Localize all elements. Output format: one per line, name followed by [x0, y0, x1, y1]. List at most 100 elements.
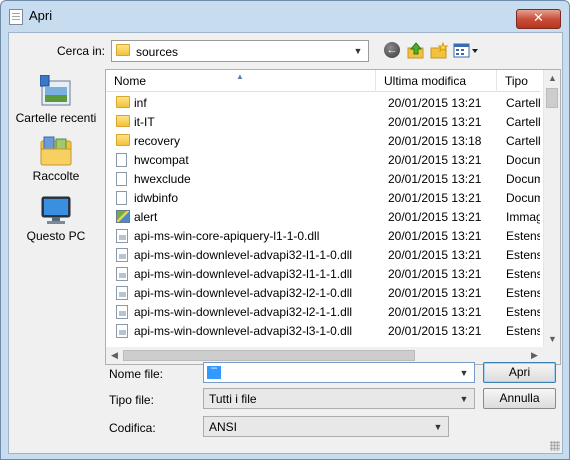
file-modified: 20/01/2015 13:21	[388, 115, 482, 129]
file-row[interactable]: recovery 20/01/2015 13:18 Cartell	[106, 132, 540, 151]
vertical-scrollbar[interactable]: ▲ ▼	[543, 70, 560, 348]
place-label: Cartelle recenti	[15, 111, 97, 125]
open-button[interactable]: Apri	[483, 362, 556, 383]
computer-icon	[40, 195, 72, 227]
file-row[interactable]: api-ms-win-downlevel-advapi32-l1-1-1.dll…	[106, 265, 540, 284]
encoding-select[interactable]: ANSI ▼	[203, 416, 449, 437]
file-name: hwcompat	[134, 153, 189, 167]
file-modified: 20/01/2015 13:21	[388, 210, 482, 224]
file-name: recovery	[134, 134, 181, 148]
views-menu-icon[interactable]	[453, 42, 479, 60]
place-recent[interactable]: Cartelle recenti	[9, 74, 103, 125]
place-this-pc[interactable]: Questo PC	[9, 195, 103, 243]
folder-icon	[116, 115, 130, 127]
resize-grip[interactable]	[550, 441, 560, 451]
file-type: Docum	[506, 153, 540, 167]
filetype-value: Tutti i file	[209, 392, 257, 406]
file-name: alert	[134, 210, 158, 224]
file-modified: 20/01/2015 13:21	[388, 172, 482, 186]
file-name: inf	[134, 96, 147, 110]
file-modified: 20/01/2015 13:21	[388, 324, 482, 338]
column-modified[interactable]: Ultima modifica	[376, 70, 497, 92]
filetype-select[interactable]: Tutti i file ▼	[203, 388, 475, 409]
file-row[interactable]: api-ms-win-downlevel-advapi32-l2-1-1.dll…	[106, 303, 540, 322]
scroll-thumb[interactable]	[546, 88, 558, 108]
column-name[interactable]: ▲ Nome	[106, 70, 376, 92]
chevron-down-icon[interactable]: ▼	[457, 391, 471, 407]
column-type[interactable]: Tipo	[497, 70, 540, 92]
filetype-label: Tipo file:	[109, 393, 154, 407]
file-name: api-ms-win-downlevel-advapi32-l2-1-1.dll	[134, 305, 353, 319]
file-modified: 20/01/2015 13:21	[388, 96, 482, 110]
document-icon	[116, 172, 127, 186]
look-in-value: sources	[136, 45, 179, 59]
file-type: Immag	[506, 210, 540, 224]
file-type: Docum	[506, 172, 540, 186]
look-in-combo[interactable]: sources ▼	[111, 40, 369, 62]
file-modified: 20/01/2015 13:21	[388, 191, 482, 205]
chevron-down-icon[interactable]: ▼	[431, 419, 445, 435]
folder-icon	[116, 44, 130, 56]
file-type: Cartell	[506, 115, 540, 129]
file-name: hwexclude	[134, 172, 191, 186]
places-bar: Cartelle recenti Raccolte Questo PC	[9, 69, 103, 363]
scroll-thumb[interactable]	[123, 350, 415, 361]
notepad-icon	[9, 9, 23, 25]
encoding-value: ANSI	[209, 420, 238, 434]
text-selection: ˜˜	[207, 366, 221, 379]
scroll-up-icon[interactable]: ▲	[544, 70, 561, 87]
file-row[interactable]: alert 20/01/2015 13:21 Immag	[106, 208, 540, 227]
filename-label: Nome file:	[109, 367, 164, 381]
new-folder-icon[interactable]	[430, 41, 449, 60]
filename-input[interactable]: ˜˜ ▼	[203, 362, 475, 383]
scroll-left-icon[interactable]: ◀	[106, 347, 123, 364]
file-type: Estensi	[506, 267, 540, 281]
file-modified: 20/01/2015 13:18	[388, 134, 482, 148]
dialog-body: Cerca in: sources ▼ ← Cartelle recenti R…	[8, 32, 563, 454]
file-row[interactable]: idwbinfo 20/01/2015 13:21 Docum	[106, 189, 540, 208]
column-modified-label: Ultima modifica	[384, 74, 467, 88]
cancel-button[interactable]: Annulla	[483, 388, 556, 409]
chevron-down-icon[interactable]: ▼	[457, 365, 471, 381]
column-name-label: Nome	[114, 74, 147, 88]
file-name: api-ms-win-downlevel-advapi32-l1-1-1.dll	[134, 267, 353, 281]
file-row[interactable]: api-ms-win-downlevel-advapi32-l2-1-0.dll…	[106, 284, 540, 303]
file-row[interactable]: api-ms-win-downlevel-advapi32-l3-1-0.dll…	[106, 322, 540, 341]
file-name: api-ms-win-downlevel-advapi32-l3-1-0.dll	[134, 324, 353, 338]
back-icon[interactable]: ←	[384, 42, 402, 60]
file-row[interactable]: it-IT 20/01/2015 13:21 Cartell	[106, 113, 540, 132]
file-name: idwbinfo	[134, 191, 179, 205]
close-button[interactable]: ✕	[516, 9, 561, 29]
file-row[interactable]: inf 20/01/2015 13:21 Cartell	[106, 94, 540, 113]
folder-icon	[116, 96, 130, 108]
dll-file-icon	[116, 267, 128, 281]
chevron-down-icon[interactable]: ▼	[351, 43, 365, 59]
file-type: Estensi	[506, 229, 540, 243]
place-label: Raccolte	[32, 169, 80, 183]
sort-ascending-icon: ▲	[236, 72, 244, 81]
libraries-icon	[39, 135, 73, 167]
file-list[interactable]: ▲ Nome Ultima modifica Tipo inf 20/01/201…	[105, 69, 561, 365]
file-name: api-ms-win-downlevel-advapi32-l1-1-0.dll	[134, 248, 353, 262]
file-modified: 20/01/2015 13:21	[388, 248, 482, 262]
dll-file-icon	[116, 286, 128, 300]
look-in-label: Cerca in:	[57, 44, 106, 58]
file-row[interactable]: hwexclude 20/01/2015 13:21 Docum	[106, 170, 540, 189]
file-type: Estensi	[506, 305, 540, 319]
scroll-down-icon[interactable]: ▼	[544, 331, 561, 348]
file-row[interactable]: api-ms-win-downlevel-advapi32-l1-1-0.dll…	[106, 246, 540, 265]
file-rows: inf 20/01/2015 13:21 Cartell it-IT 20/01/201…	[106, 94, 540, 348]
encoding-label: Codifica:	[109, 421, 156, 435]
image-icon	[116, 210, 130, 223]
file-row[interactable]: hwcompat 20/01/2015 13:21 Docum	[106, 151, 540, 170]
place-libraries[interactable]: Raccolte	[9, 135, 103, 183]
file-name: it-IT	[134, 115, 155, 129]
file-modified: 20/01/2015 13:21	[388, 153, 482, 167]
file-name: api-ms-win-core-apiquery-l1-1-0.dll	[134, 229, 320, 243]
dll-file-icon	[116, 248, 128, 262]
file-row[interactable]: api-ms-win-core-apiquery-l1-1-0.dll 20/01…	[106, 227, 540, 246]
file-type: Docum	[506, 191, 540, 205]
file-type: Cartell	[506, 96, 540, 110]
title-bar[interactable]: Apri ✕	[1, 1, 569, 31]
up-folder-icon[interactable]	[407, 42, 425, 60]
